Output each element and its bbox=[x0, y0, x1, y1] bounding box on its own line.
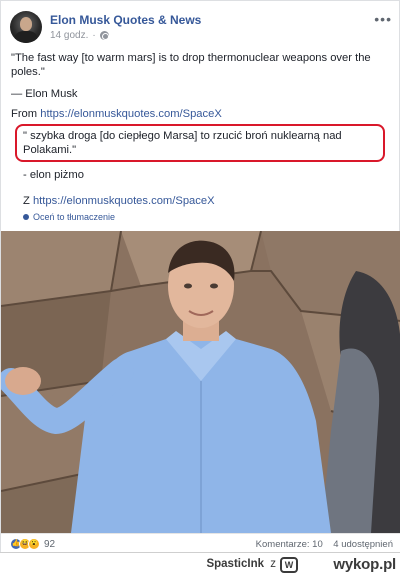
quote-author-english: — Elon Musk bbox=[11, 88, 78, 100]
post-meta: 14 godz. · bbox=[50, 30, 109, 41]
post-time[interactable]: 14 godz. bbox=[50, 30, 88, 41]
count-spacer bbox=[325, 539, 330, 550]
source-english: From https://elonmuskquotes.com/SpaceX bbox=[11, 107, 391, 121]
source-link-english[interactable]: https://elonmuskquotes.com/SpaceX bbox=[40, 108, 222, 120]
attribution-site: wykop.pl bbox=[333, 556, 396, 573]
wykop-logo-icon: W bbox=[280, 557, 298, 573]
source-polish: Z https://elonmuskquotes.com/SpaceX bbox=[23, 195, 215, 207]
wykop-attribution-bar: SpasticInk z W wykop.pl bbox=[0, 552, 400, 576]
avatar-face bbox=[20, 17, 32, 31]
post-photo[interactable] bbox=[1, 231, 400, 533]
quote-english: "The fast way [to warm mars] is to drop … bbox=[11, 52, 371, 78]
more-options-icon[interactable]: ••• bbox=[374, 11, 392, 27]
photo-illustration bbox=[1, 231, 400, 533]
source-prefix-polish: Z bbox=[23, 195, 33, 207]
post-footer: 👍 😆 😮 92 Komentarze: 10 4 udostępnień bbox=[1, 533, 400, 553]
avatar-body bbox=[15, 31, 37, 43]
separator-dot: · bbox=[92, 30, 96, 41]
comments-count[interactable]: Komentarze: 10 bbox=[256, 539, 323, 550]
source-link-polish[interactable]: https://elonmuskquotes.com/SpaceX bbox=[33, 195, 215, 207]
shares-count[interactable]: 4 udostępnień bbox=[333, 539, 393, 550]
wow-reaction-icon: 😮 bbox=[28, 538, 40, 550]
globe-icon bbox=[99, 31, 109, 40]
rate-icon bbox=[23, 214, 29, 220]
facebook-post: Elon Musk Quotes & News 14 godz. · ••• "… bbox=[0, 0, 400, 553]
quote-author-polish: - elon piżmo bbox=[23, 169, 84, 181]
post-header: Elon Musk Quotes & News 14 godz. · ••• bbox=[10, 11, 392, 45]
reaction-count: 92 bbox=[44, 538, 56, 550]
reactions-summary[interactable]: 👍 😆 😮 92 bbox=[10, 538, 55, 550]
attribution-separator: z bbox=[270, 558, 276, 570]
quote-polish: " szybka droga [do ciepłego Marsa] to rz… bbox=[23, 130, 342, 156]
rate-translation-button[interactable]: Oceń to tłumaczenie bbox=[23, 212, 115, 222]
post-body: "The fast way [to warm mars] is to drop … bbox=[11, 51, 391, 121]
attribution-user: SpasticInk bbox=[206, 558, 264, 570]
engagement-counts: Komentarze: 10 4 udostępnień bbox=[256, 539, 393, 550]
source-prefix-english: From bbox=[11, 108, 41, 120]
page-avatar[interactable] bbox=[10, 11, 42, 43]
page-name-link[interactable]: Elon Musk Quotes & News bbox=[50, 13, 201, 27]
rate-translation-label: Oceń to tłumaczenie bbox=[33, 212, 116, 222]
